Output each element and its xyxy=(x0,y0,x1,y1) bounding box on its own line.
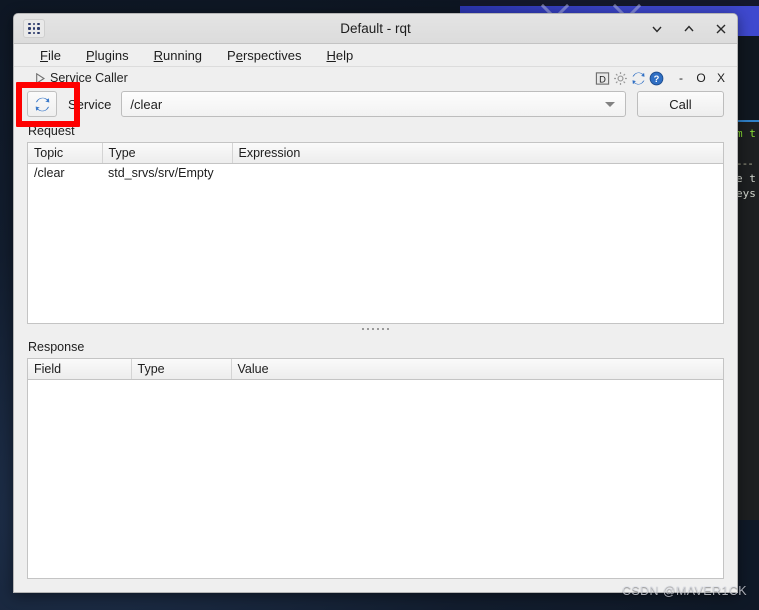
service-combo-box[interactable]: /clear xyxy=(121,91,626,117)
request-table-header-row: Topic Type Expression xyxy=(28,143,723,164)
request-table-body: /clear std_srvs/srv/Empty xyxy=(28,164,723,182)
plugin-dock-header: Service Caller D ? - O X xyxy=(14,67,737,89)
refresh-services-button[interactable] xyxy=(27,91,57,117)
request-table[interactable]: Topic Type Expression /clear std_srvs/sr… xyxy=(27,142,724,324)
dock-detach-icon[interactable]: D xyxy=(595,71,610,86)
app-grid-icon[interactable] xyxy=(23,19,45,38)
menu-help[interactable]: Help xyxy=(324,47,355,64)
request-col-expression[interactable]: Expression xyxy=(232,143,723,164)
background-window-topbar xyxy=(460,0,759,6)
help-icon[interactable]: ? xyxy=(649,71,664,86)
terminal-spacer xyxy=(735,141,759,156)
plugin-dock-controls: - O X xyxy=(674,71,728,85)
minimize-button[interactable] xyxy=(649,21,665,37)
svg-text:D: D xyxy=(599,74,606,84)
response-col-field[interactable]: Field xyxy=(28,359,132,380)
response-table-header-row: Field Type Value xyxy=(28,359,723,380)
menu-plugins[interactable]: Plugins xyxy=(84,47,131,64)
menu-perspectives[interactable]: Perspectives xyxy=(225,47,303,64)
terminal-line: e t xyxy=(736,172,756,185)
terminal-separator: --- xyxy=(736,157,754,170)
triangle-right-icon[interactable] xyxy=(36,72,45,84)
refresh-icon xyxy=(35,97,49,111)
close-icon xyxy=(716,24,726,33)
menu-file[interactable]: File xyxy=(38,47,63,64)
rqt-main-window: Default - rqt File Plugins Running Persp… xyxy=(13,13,738,593)
chevron-down-icon xyxy=(652,26,662,33)
request-cell-topic: /clear xyxy=(34,165,65,180)
background-terminal-window[interactable]: m t --- e t eys xyxy=(735,120,759,520)
request-section-label: Request xyxy=(28,124,75,138)
request-col-topic[interactable]: Topic xyxy=(28,143,103,164)
gear-icon[interactable] xyxy=(613,71,628,86)
terminal-line: eys xyxy=(736,187,756,200)
plugin-toolbar: D ? xyxy=(595,71,664,86)
service-label: Service xyxy=(68,96,112,112)
window-controls xyxy=(649,21,729,37)
close-button[interactable] xyxy=(713,21,729,37)
desktop-background: m t --- e t eys Default - rqt File Plugi… xyxy=(0,0,759,610)
menu-running[interactable]: Running xyxy=(152,47,204,64)
svg-text:?: ? xyxy=(654,73,660,83)
refresh-icon[interactable] xyxy=(631,71,646,86)
dock-close-button[interactable]: X xyxy=(714,71,728,85)
window-titlebar[interactable]: Default - rqt xyxy=(14,14,737,44)
response-col-value[interactable]: Value xyxy=(231,359,723,380)
call-button[interactable]: Call xyxy=(637,91,724,117)
request-col-type[interactable]: Type xyxy=(102,143,233,164)
service-selector-row: Service /clear Call xyxy=(27,89,724,117)
service-caller-panel: Service /clear Call Request Topic Type E… xyxy=(14,89,737,592)
table-row[interactable]: /clear std_srvs/srv/Empty xyxy=(28,164,723,182)
service-combo-value: /clear xyxy=(130,96,163,112)
response-col-type[interactable]: Type xyxy=(131,359,232,380)
plugin-title: Service Caller xyxy=(50,71,128,85)
maximize-button[interactable] xyxy=(681,21,697,37)
chevron-up-icon xyxy=(684,24,694,31)
response-section-label: Response xyxy=(28,340,85,354)
terminal-line: m t xyxy=(736,127,756,140)
request-cell-type: std_srvs/srv/Empty xyxy=(108,165,214,180)
chevron-down-icon xyxy=(605,101,615,107)
response-table[interactable]: Field Type Value xyxy=(27,358,724,579)
request-cell-expression[interactable] xyxy=(232,164,723,182)
dock-float-button[interactable]: O xyxy=(694,71,708,85)
background-panel xyxy=(735,36,759,122)
watermark: CSDN @MAVER1CK xyxy=(621,584,747,598)
menubar: File Plugins Running Perspectives Help xyxy=(14,44,737,67)
dock-minimize-button[interactable]: - xyxy=(674,71,688,85)
window-title: Default - rqt xyxy=(340,21,411,36)
splitter-grip xyxy=(362,327,389,330)
request-response-splitter[interactable] xyxy=(27,324,724,333)
